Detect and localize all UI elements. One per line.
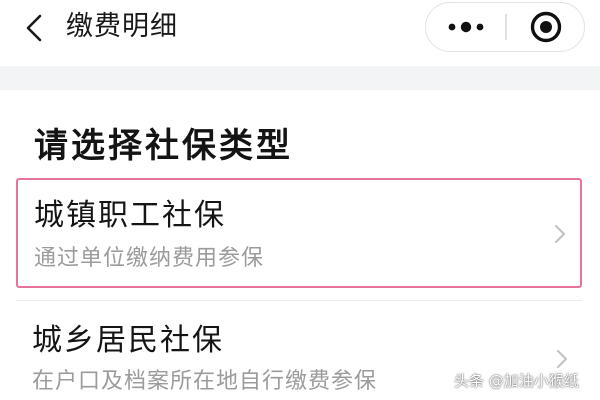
target-close-icon: [530, 11, 561, 42]
more-dots-icon: [448, 21, 483, 32]
option-title: 城镇职工社保: [34, 198, 226, 233]
option-urban-employee[interactable]: 城镇职工社保 通过单位缴纳费用参保: [16, 178, 582, 288]
close-button[interactable]: [507, 3, 584, 50]
page: 缴费明细 请选择社保类型 城镇职工社保 通过单位缴纳费用参保 城乡居民社保 在户…: [0, 0, 600, 400]
chevron-right-icon: [552, 349, 572, 369]
back-button[interactable]: [16, 10, 52, 46]
option-subtitle: 在户口及档案所在地自行缴费参保: [32, 369, 378, 394]
option-title: 城乡居民社保: [32, 323, 224, 358]
section-heading: 请选择社保类型: [34, 126, 293, 166]
chevron-left-icon: [26, 14, 42, 42]
watermark: 头条 @加油小猴纸: [454, 372, 579, 390]
mini-program-capsule: [425, 2, 585, 52]
option-subtitle: 通过单位缴纳费用参保: [34, 246, 265, 271]
page-title: 缴费明细: [66, 11, 178, 42]
navbar: 缴费明细: [0, 0, 600, 62]
section-separator: [0, 66, 600, 90]
chevron-right-icon: [550, 224, 570, 244]
more-button[interactable]: [426, 3, 505, 50]
